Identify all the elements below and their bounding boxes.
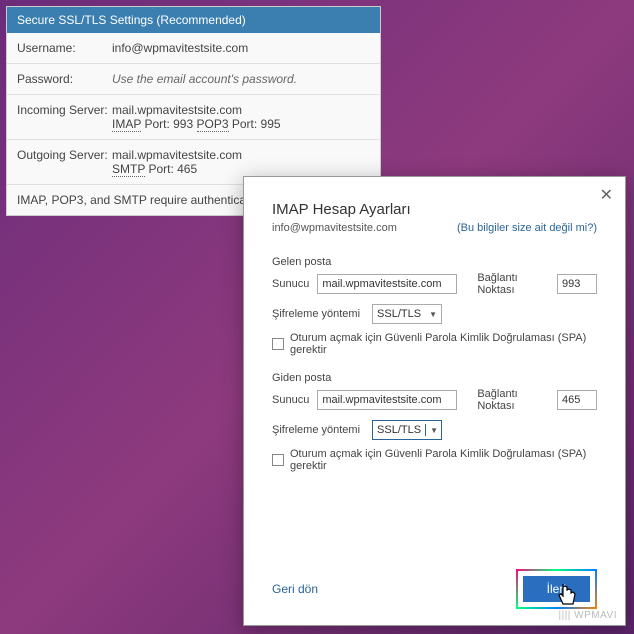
outgoing-port-label: Bağlantı Noktası	[477, 388, 549, 412]
outgoing-section-label: Giden posta	[272, 372, 597, 384]
password-label: Password:	[17, 72, 112, 86]
incoming-section-label: Gelen posta	[272, 256, 597, 268]
outgoing-spa-label: Oturum açmak için Güvenli Parola Kimlik …	[290, 448, 597, 472]
outgoing-host: mail.wpmavitestsite.com	[112, 148, 370, 162]
outgoing-encrypt-select[interactable]: SSL/TLS ▼	[372, 420, 442, 440]
incoming-ports: IMAP Port: 993 POP3 Port: 995	[112, 117, 370, 131]
username-value: info@wpmavitestsite.com	[112, 41, 370, 55]
incoming-server-label: Sunucu	[272, 278, 309, 290]
smtp-proto: SMTP	[112, 162, 145, 177]
outgoing-encrypt-row: Şifreleme yöntemi SSL/TLS ▼	[272, 420, 597, 440]
close-icon[interactable]: ✕	[600, 185, 613, 205]
incoming-encrypt-label: Şifreleme yöntemi	[272, 308, 360, 320]
username-row: Username: info@wpmavitestsite.com	[7, 33, 380, 64]
incoming-port-label: Bağlantı Noktası	[477, 272, 549, 296]
back-button[interactable]: Geri dön	[272, 582, 318, 596]
not-you-link[interactable]: (Bu bilgiler size ait değil mi?)	[457, 222, 597, 234]
imap-settings-dialog: ✕ IMAP Hesap Ayarları info@wpmavitestsit…	[243, 176, 626, 626]
watermark: |||| WPMAVI	[559, 610, 617, 621]
incoming-host: mail.wpmavitestsite.com	[112, 103, 370, 117]
password-value: Use the email account's password.	[112, 72, 370, 86]
outgoing-port-input[interactable]	[557, 390, 597, 410]
outgoing-server-row: Sunucu Bağlantı Noktası	[272, 388, 597, 412]
password-row: Password: Use the email account's passwo…	[7, 64, 380, 95]
outgoing-ports: SMTP Port: 465	[112, 162, 370, 176]
incoming-port-input[interactable]	[557, 274, 597, 294]
select-arrow-box: ▼	[425, 424, 438, 436]
outgoing-encrypt-label: Şifreleme yöntemi	[272, 424, 360, 436]
dialog-title: IMAP Hesap Ayarları	[272, 201, 597, 218]
incoming-encrypt-select[interactable]: SSL/TLS ▼	[372, 304, 442, 324]
incoming-spa-row: Oturum açmak için Güvenli Parola Kimlik …	[272, 332, 597, 356]
outgoing-label: Outgoing Server:	[17, 148, 112, 176]
pop3-proto: POP3	[197, 117, 229, 132]
outgoing-spa-row: Oturum açmak için Güvenli Parola Kimlik …	[272, 448, 597, 472]
imap-proto: IMAP	[112, 117, 141, 132]
next-button-highlight: İleri	[516, 569, 597, 609]
next-button[interactable]: İleri	[523, 576, 590, 602]
dialog-footer: Geri dön İleri	[272, 569, 597, 609]
chevron-down-icon: ▼	[429, 310, 437, 319]
incoming-server-row: Sunucu Bağlantı Noktası	[272, 272, 597, 296]
incoming-encrypt-row: Şifreleme yöntemi SSL/TLS ▼	[272, 304, 597, 324]
incoming-value: mail.wpmavitestsite.com IMAP Port: 993 P…	[112, 103, 370, 131]
incoming-encrypt-value: SSL/TLS	[377, 308, 421, 320]
outgoing-spa-checkbox[interactable]	[272, 454, 284, 466]
dialog-email: info@wpmavitestsite.com	[272, 222, 397, 234]
smtp-port: Port: 465	[145, 162, 197, 176]
imap-port: Port: 993	[141, 117, 196, 131]
outgoing-encrypt-value: SSL/TLS	[377, 424, 421, 436]
incoming-label: Incoming Server:	[17, 103, 112, 131]
chevron-down-icon: ▼	[430, 426, 438, 435]
pop3-port: Port: 995	[229, 117, 281, 131]
incoming-server-input[interactable]	[317, 274, 457, 294]
incoming-spa-checkbox[interactable]	[272, 338, 284, 350]
outgoing-server-label: Sunucu	[272, 394, 309, 406]
incoming-spa-label: Oturum açmak için Güvenli Parola Kimlik …	[290, 332, 597, 356]
ssl-settings-header: Secure SSL/TLS Settings (Recommended)	[7, 7, 380, 33]
outgoing-value: mail.wpmavitestsite.com SMTP Port: 465	[112, 148, 370, 176]
outgoing-server-input[interactable]	[317, 390, 457, 410]
incoming-row: Incoming Server: mail.wpmavitestsite.com…	[7, 95, 380, 140]
username-label: Username:	[17, 41, 112, 55]
